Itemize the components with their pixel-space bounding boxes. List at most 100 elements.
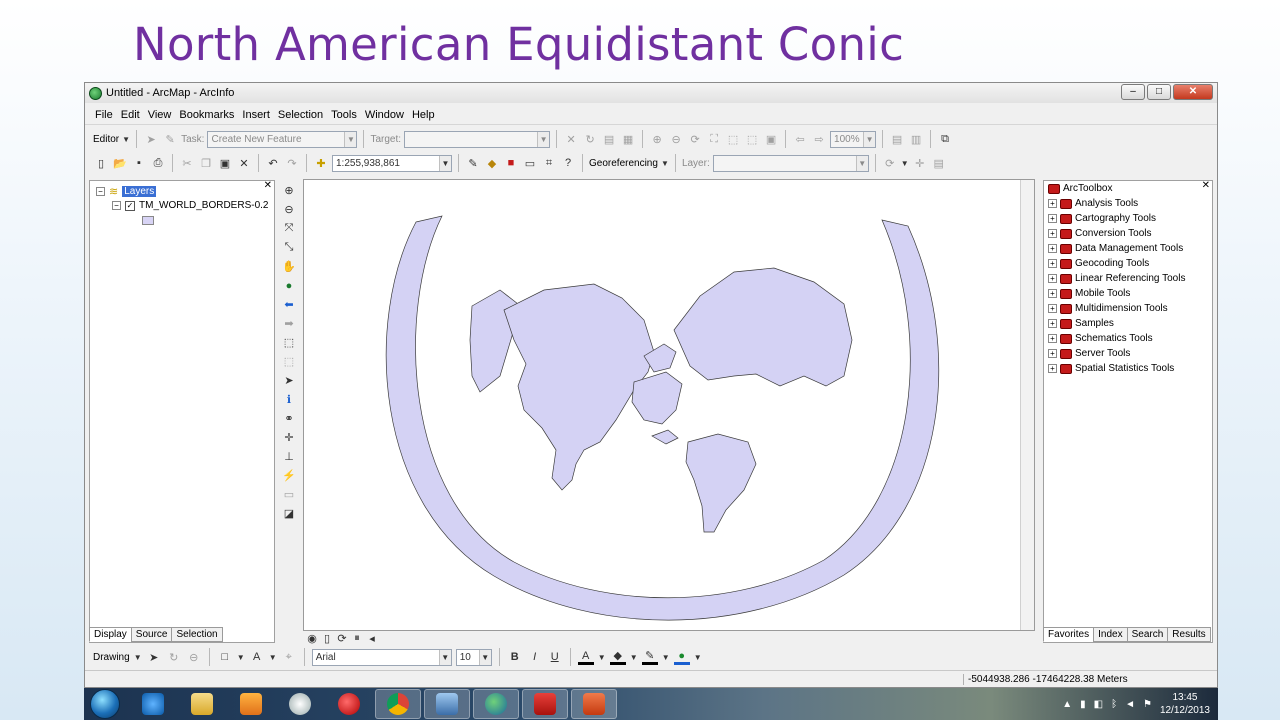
toolbox-item-label[interactable]: Mobile Tools (1075, 288, 1130, 299)
toolbox-item-label[interactable]: Server Tools (1075, 348, 1130, 359)
draft-mode-icon[interactable]: ▥ (908, 131, 924, 147)
print-icon[interactable]: ⎙ (150, 155, 166, 171)
data-view-icon[interactable]: ◉ (307, 630, 317, 646)
minimize-button[interactable]: – (1121, 84, 1145, 100)
hyperlink-icon[interactable]: ⚡ (281, 467, 297, 484)
toolbox-item[interactable]: + Mobile Tools (1048, 288, 1130, 299)
toolbox-item[interactable]: + Geocoding Tools (1048, 258, 1149, 269)
toolbox-item[interactable]: + Schematics Tools (1048, 333, 1153, 344)
clear-selection-icon[interactable]: ⬚ (281, 353, 297, 370)
full-extent-icon[interactable]: ⛶ (706, 131, 722, 147)
toolbox-item-label[interactable]: Cartography Tools (1075, 213, 1156, 224)
edit-vertices-icon[interactable]: ⌖ (281, 649, 297, 665)
find-binoculars-icon[interactable]: ⚭ (281, 410, 297, 427)
zoom-in-fixed-icon[interactable]: ⊕ (649, 131, 665, 147)
delete-icon[interactable]: ✕ (236, 155, 252, 171)
new-text-icon[interactable]: A (249, 649, 265, 665)
font-dropdown[interactable]: Arial ▼ (311, 648, 452, 666)
editor-toolbar-icon[interactable]: ✎ (465, 155, 481, 171)
font-size-dropdown[interactable]: 10 ▼ (455, 648, 492, 666)
zoom-out-fixed-icon[interactable]: ⊖ (668, 131, 684, 147)
taskbar-app-clock[interactable] (277, 689, 323, 719)
taskbar-app-ie[interactable] (130, 689, 176, 719)
toolbox-item[interactable]: + Conversion Tools (1048, 228, 1152, 239)
tab-source[interactable]: Source (130, 627, 173, 642)
rotate-georef-icon[interactable]: ⟳ (882, 155, 898, 171)
layer-dropdown[interactable]: ▼ (712, 154, 869, 172)
tab-selection[interactable]: Selection (171, 627, 223, 642)
add-control-points-icon[interactable]: ✛ (912, 155, 928, 171)
maximize-button[interactable]: □ (1147, 84, 1171, 100)
select-elements-icon[interactable]: ➤ (146, 649, 162, 665)
drawing-menu-button[interactable]: Drawing (93, 652, 130, 663)
expand-icon[interactable]: + (1048, 214, 1057, 223)
taskbar-clock[interactable]: 13:45 12/12/2013 (1160, 691, 1210, 717)
chevron-down-icon[interactable]: ▼ (237, 649, 245, 665)
toolbox-item-label[interactable]: Geocoding Tools (1075, 258, 1149, 269)
task-dropdown[interactable]: Create New Feature ▼ (207, 130, 358, 148)
greenland-polygon[interactable] (469, 289, 519, 393)
layout-toggle-icon[interactable]: ▤ (889, 131, 905, 147)
chevron-down-icon[interactable]: ▼ (598, 649, 606, 665)
toolbox-item-label[interactable]: Samples (1075, 318, 1114, 329)
chevron-down-icon[interactable]: ▼ (694, 649, 702, 665)
focus-frame-icon[interactable]: ⧉ (937, 131, 953, 147)
open-folder-icon[interactable]: 📂 (112, 155, 128, 171)
attributes-icon[interactable]: ▤ (601, 131, 617, 147)
italic-button[interactable]: I (527, 649, 543, 665)
font-color-button[interactable]: A (577, 649, 594, 665)
menu-view[interactable]: View (148, 109, 172, 121)
chevron-down-icon[interactable]: ▼ (269, 649, 277, 665)
toolbox-item[interactable]: + Linear Referencing Tools (1048, 273, 1185, 284)
map-view[interactable] (303, 179, 1035, 631)
zoom-in-icon[interactable]: ⊕ (281, 182, 297, 199)
chevron-down-icon[interactable]: ▼ (630, 649, 638, 665)
show-hidden-icons-icon[interactable]: ▲ (1062, 699, 1072, 710)
arctoolbox-icon[interactable]: ■ (503, 155, 519, 171)
marker-color-icon[interactable]: ● (673, 649, 690, 665)
rotate-tool-icon[interactable]: ↻ (582, 131, 598, 147)
html-popup-icon[interactable]: ▭ (281, 486, 297, 503)
expand-icon[interactable]: + (1048, 334, 1057, 343)
chevron-down-icon[interactable]: ▼ (122, 131, 130, 147)
signal-icon[interactable]: ▮ (1080, 699, 1086, 710)
layer-symbol-swatch[interactable] (142, 216, 154, 225)
tab-index[interactable]: Index (1093, 627, 1128, 642)
arccatalog-icon[interactable]: ◆ (484, 155, 500, 171)
start-button[interactable] (90, 689, 120, 719)
next-page-icon[interactable]: ⇨ (811, 131, 827, 147)
pan-icon[interactable]: ✋ (281, 258, 297, 275)
taskbar-app-explorer[interactable] (179, 689, 225, 719)
close-button[interactable]: ✕ (1173, 84, 1213, 100)
expand-icon[interactable]: + (1048, 304, 1057, 313)
expand-icon[interactable]: + (1048, 259, 1057, 268)
zoom-percent-dropdown[interactable]: 100% ▼ (830, 130, 877, 148)
toolbox-item-label[interactable]: Data Management Tools (1075, 243, 1183, 254)
georeferencing-menu-button[interactable]: Georeferencing (589, 158, 658, 169)
tab-results[interactable]: Results (1167, 627, 1211, 642)
page-width-icon[interactable]: ⬚ (744, 131, 760, 147)
toolbox-item[interactable]: + Data Management Tools (1048, 243, 1183, 254)
identify-icon[interactable]: ℹ (281, 391, 297, 408)
south-america-polygon[interactable] (685, 433, 757, 533)
taskbar-app-media[interactable] (228, 689, 274, 719)
menu-help[interactable]: Help (412, 109, 435, 121)
page-icon[interactable]: ▣ (763, 131, 779, 147)
toolbox-item[interactable]: + Analysis Tools (1048, 198, 1138, 209)
collapse-icon[interactable]: − (112, 201, 121, 210)
layer-visibility-checkbox[interactable]: ✓ (125, 200, 135, 211)
forward-arrow-icon[interactable]: ➡ (281, 315, 297, 332)
sketch-properties-icon[interactable]: ▦ (620, 131, 636, 147)
tab-display[interactable]: Display (89, 627, 132, 642)
measure-icon[interactable]: ⊥ (281, 448, 297, 465)
toolbox-item-label[interactable]: Spatial Statistics Tools (1075, 363, 1174, 374)
select-features-icon[interactable]: ⬚ (281, 334, 297, 351)
expand-icon[interactable]: + (1048, 364, 1057, 373)
menu-bookmarks[interactable]: Bookmarks (179, 109, 234, 121)
chevron-down-icon[interactable]: ▼ (901, 155, 909, 171)
caribbean-polygon[interactable] (651, 429, 679, 445)
map-vertical-scrollbar[interactable] (1020, 180, 1034, 630)
taskbar-app-chrome[interactable] (375, 689, 421, 719)
layer-name[interactable]: TM_WORLD_BORDERS-0.2 (139, 200, 268, 211)
save-icon[interactable]: ▪ (131, 155, 147, 171)
